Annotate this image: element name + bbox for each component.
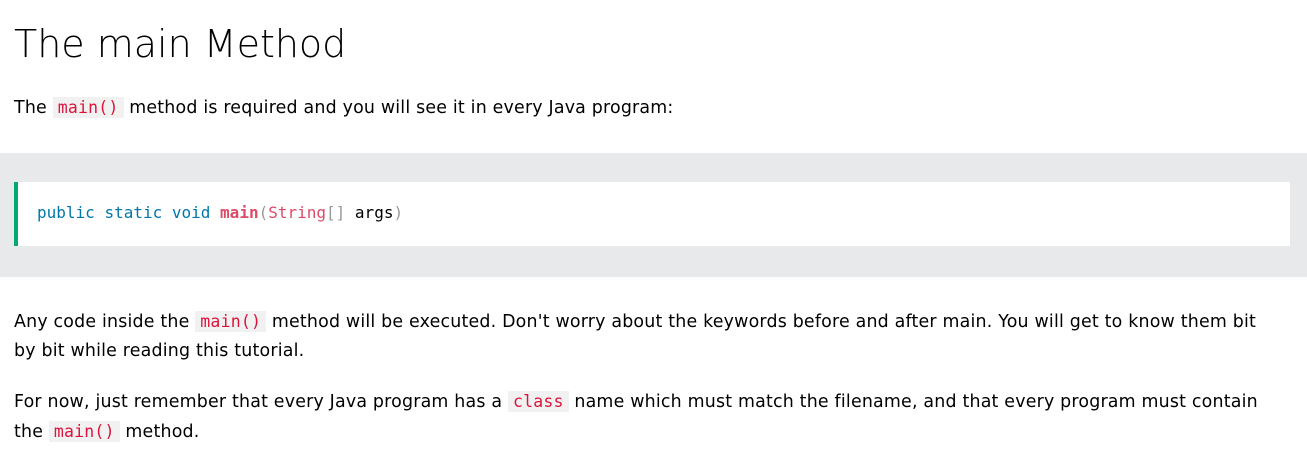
keyword-public: public: [37, 203, 95, 222]
inline-code-main: main(): [195, 311, 267, 332]
paren-open: (: [258, 203, 269, 222]
keyword-static: static: [104, 203, 163, 222]
paren-close: ): [393, 203, 404, 222]
example-section: public static void main(String[] args): [0, 153, 1307, 277]
array-brackets: []: [326, 203, 346, 222]
function-name: main: [220, 203, 259, 222]
keyword-void: void: [171, 203, 211, 222]
inline-code-main: main(): [48, 421, 120, 442]
inline-code-class: class: [507, 391, 569, 412]
p2-text-before: Any code inside the: [14, 312, 196, 332]
intro-paragraph: The main() method is required and you wi…: [14, 93, 1277, 123]
type-string: String: [268, 203, 327, 222]
code-block: public static void main(String[] args): [14, 182, 1290, 246]
intro-text-after: method is required and you will see it i…: [123, 98, 674, 118]
inline-code-main: main(): [52, 97, 124, 118]
p3-text-after: method.: [119, 422, 200, 442]
intro-text-before: The: [14, 98, 53, 118]
code-line: public static void main(String[] args): [37, 202, 403, 224]
main-explanation-paragraph: Any code inside the main() method will b…: [14, 307, 1277, 366]
p3-text-before: For now, just remember that every Java p…: [14, 392, 508, 412]
arg-name: args: [354, 203, 394, 222]
page-title: The main Method: [14, 22, 347, 66]
class-explanation-paragraph: For now, just remember that every Java p…: [14, 387, 1277, 447]
